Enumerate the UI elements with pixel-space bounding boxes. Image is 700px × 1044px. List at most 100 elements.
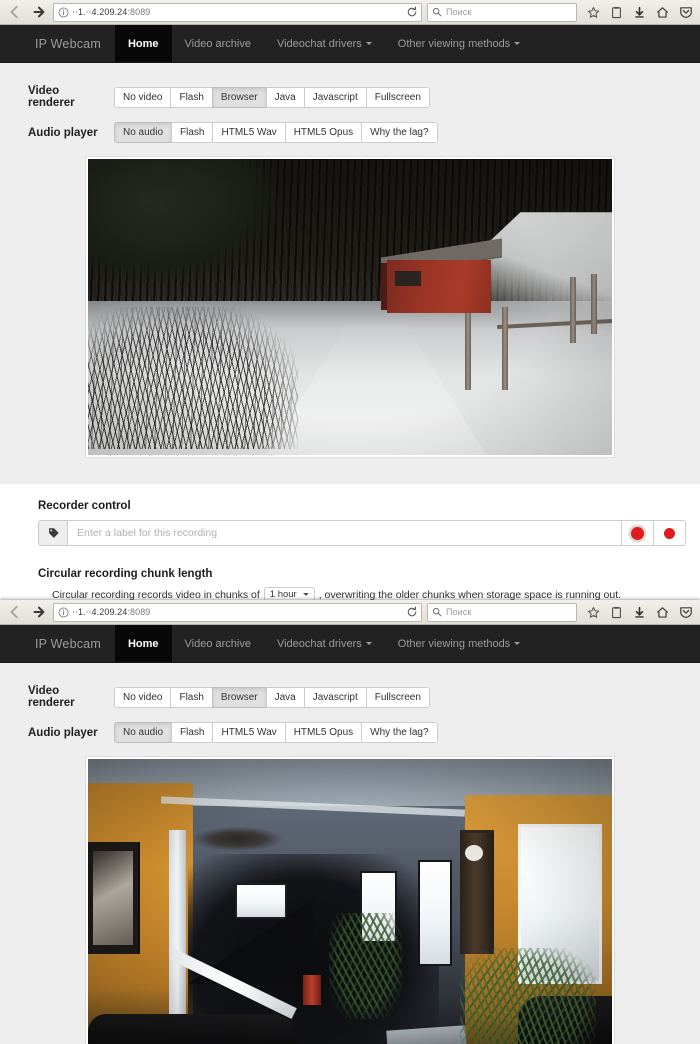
recorder-section-title: Recorder control	[38, 500, 131, 512]
address-bar-text: ⋅⋅1.⋅⋅4.209.24:8089	[72, 607, 401, 618]
search-placeholder: Поиск	[446, 7, 472, 17]
audio-option-why-the-lag[interactable]: Why the lag?	[361, 122, 438, 143]
nav-item-home[interactable]: Home	[114, 625, 172, 662]
address-bar-2[interactable]: ⋅⋅1.⋅⋅4.209.24:8089	[53, 602, 422, 622]
recording-label-input[interactable]: Enter a label for this recording	[67, 520, 622, 546]
navbar-brand-label: IP Webcam	[35, 36, 101, 51]
renderer-option-browser[interactable]: Browser	[211, 686, 267, 708]
browser-action-icons-2	[583, 601, 696, 623]
pocket-icon[interactable]	[675, 1, 696, 23]
renderer-option-fullscreen[interactable]: Fullscreen	[365, 86, 430, 108]
browser-toolbar: ⋅⋅1.⋅⋅4.209.24:8089 Поиск	[0, 0, 700, 25]
recorder-section: Recorder control Enter a label for this …	[0, 484, 700, 602]
browser-toolbar-2: ⋅⋅1.⋅⋅4.209.24:8089 Поиск	[0, 600, 700, 625]
video-feed-indoor[interactable]	[88, 759, 612, 1044]
audio-player-group-2: No audio Flash HTML5 Wav HTML5 Opus Why …	[114, 722, 438, 743]
chevron-down-icon	[365, 642, 372, 645]
renderer-option-javascript[interactable]: Javascript	[303, 686, 367, 708]
navbar-brand[interactable]: IP Webcam	[30, 625, 115, 662]
nav-item-home-label: Home	[127, 37, 159, 50]
video-renderer-label: Video renderer	[28, 85, 75, 109]
nav-item-video-archive-label: Video archive	[184, 637, 251, 650]
renderer-option-no-video[interactable]: No video	[114, 686, 172, 708]
audio-option-html5-opus[interactable]: HTML5 Opus	[284, 722, 363, 743]
nav-item-home[interactable]: Home	[114, 25, 172, 62]
bookmark-star-icon[interactable]	[583, 601, 604, 623]
renderer-option-no-video[interactable]: No video	[114, 86, 172, 108]
back-icon[interactable]	[4, 601, 26, 623]
audio-option-why-the-lag[interactable]: Why the lag?	[361, 722, 438, 743]
record-circular-button[interactable]	[622, 520, 654, 546]
site-navbar-2: IP Webcam Home Video archive Videochat d…	[0, 625, 700, 663]
nav-item-videochat-drivers-label: Videochat drivers	[276, 637, 362, 650]
chunk-length-value: 1 hour	[269, 589, 297, 600]
nav-item-other-viewing-methods-label: Other viewing methods	[397, 37, 511, 50]
nav-item-video-archive[interactable]: Video archive	[172, 25, 264, 62]
renderer-option-java[interactable]: Java	[265, 686, 305, 708]
chevron-down-icon	[514, 642, 521, 645]
renderer-option-flash[interactable]: Flash	[170, 86, 213, 108]
nav-item-other-viewing-methods[interactable]: Other viewing methods	[385, 625, 534, 662]
video-renderer-row: Video renderer No video Flash Browser Ja…	[0, 85, 700, 109]
video-renderer-row-2: Video renderer No video Flash Browser Ja…	[0, 685, 700, 709]
renderer-option-fullscreen[interactable]: Fullscreen	[365, 686, 430, 708]
search-input[interactable]: Поиск	[427, 2, 577, 22]
address-bar[interactable]: ⋅⋅1.⋅⋅4.209.24:8089	[53, 2, 422, 22]
search-icon	[432, 607, 442, 617]
nav-item-other-viewing-methods[interactable]: Other viewing methods	[385, 25, 534, 62]
renderer-option-flash[interactable]: Flash	[170, 686, 213, 708]
address-host: ⋅⋅1.⋅⋅4.209.24	[72, 6, 128, 17]
site-info-icon[interactable]	[54, 604, 72, 621]
chunk-text-after: , overwriting the older chunks when stor…	[318, 588, 622, 601]
audio-option-no-audio[interactable]: No audio	[114, 722, 173, 743]
forward-icon[interactable]	[28, 601, 50, 623]
video-jumbotron-2: Video renderer No video Flash Browser Ja…	[0, 663, 700, 1044]
bookmark-star-icon[interactable]	[583, 1, 604, 23]
search-placeholder: Поиск	[446, 607, 472, 617]
video-container-outdoor[interactable]	[85, 156, 615, 458]
search-input-2[interactable]: Поиск	[427, 602, 577, 622]
audio-player-label: Audio player	[28, 726, 98, 739]
pocket-icon[interactable]	[675, 601, 696, 623]
video-container-indoor[interactable]	[85, 756, 615, 1044]
nav-item-video-archive[interactable]: Video archive	[172, 625, 264, 662]
record-icon	[664, 527, 675, 539]
forward-icon[interactable]	[28, 1, 50, 23]
downloads-icon[interactable]	[629, 601, 650, 623]
audio-player-row: Audio player No audio Flash HTML5 Wav HT…	[0, 122, 700, 143]
chevron-down-icon	[514, 42, 521, 45]
nav-item-video-archive-label: Video archive	[184, 37, 251, 50]
audio-option-html5-wav[interactable]: HTML5 Wav	[212, 122, 286, 143]
downloads-icon[interactable]	[629, 1, 650, 23]
audio-option-html5-wav[interactable]: HTML5 Wav	[212, 722, 286, 743]
renderer-option-javascript[interactable]: Javascript	[303, 86, 367, 108]
reload-icon[interactable]	[401, 606, 421, 618]
audio-option-html5-opus[interactable]: HTML5 Opus	[284, 122, 363, 143]
record-circular-icon	[631, 526, 644, 540]
site-navbar: IP Webcam Home Video archive Videochat d…	[0, 25, 700, 63]
home-icon[interactable]	[652, 601, 673, 623]
video-renderer-label: Video renderer	[28, 685, 75, 709]
reload-icon[interactable]	[401, 6, 421, 18]
home-icon[interactable]	[652, 1, 673, 23]
video-jumbotron: Video renderer No video Flash Browser Ja…	[0, 63, 700, 484]
nav-item-home-label: Home	[127, 637, 159, 650]
renderer-option-browser[interactable]: Browser	[211, 86, 267, 108]
library-icon[interactable]	[606, 601, 627, 623]
audio-option-flash[interactable]: Flash	[171, 122, 214, 143]
audio-option-flash[interactable]: Flash	[171, 722, 214, 743]
audio-option-no-audio[interactable]: No audio	[114, 122, 173, 143]
browser-action-icons	[583, 1, 696, 23]
site-info-icon[interactable]	[54, 4, 72, 21]
nav-item-videochat-drivers[interactable]: Videochat drivers	[264, 25, 385, 62]
nav-item-videochat-drivers[interactable]: Videochat drivers	[264, 625, 385, 662]
record-button[interactable]	[654, 520, 686, 546]
back-icon[interactable]	[4, 1, 26, 23]
library-icon[interactable]	[606, 1, 627, 23]
video-feed-outdoor[interactable]	[88, 159, 612, 455]
renderer-option-java[interactable]: Java	[265, 86, 305, 108]
audio-player-group: No audio Flash HTML5 Wav HTML5 Opus Why …	[114, 122, 438, 143]
address-host: ⋅⋅1.⋅⋅4.209.24	[72, 606, 128, 617]
screen-root: ⋅⋅1.⋅⋅4.209.24:8089 Поиск IP Webcam Home…	[0, 0, 700, 1044]
navbar-brand[interactable]: IP Webcam	[30, 25, 115, 62]
